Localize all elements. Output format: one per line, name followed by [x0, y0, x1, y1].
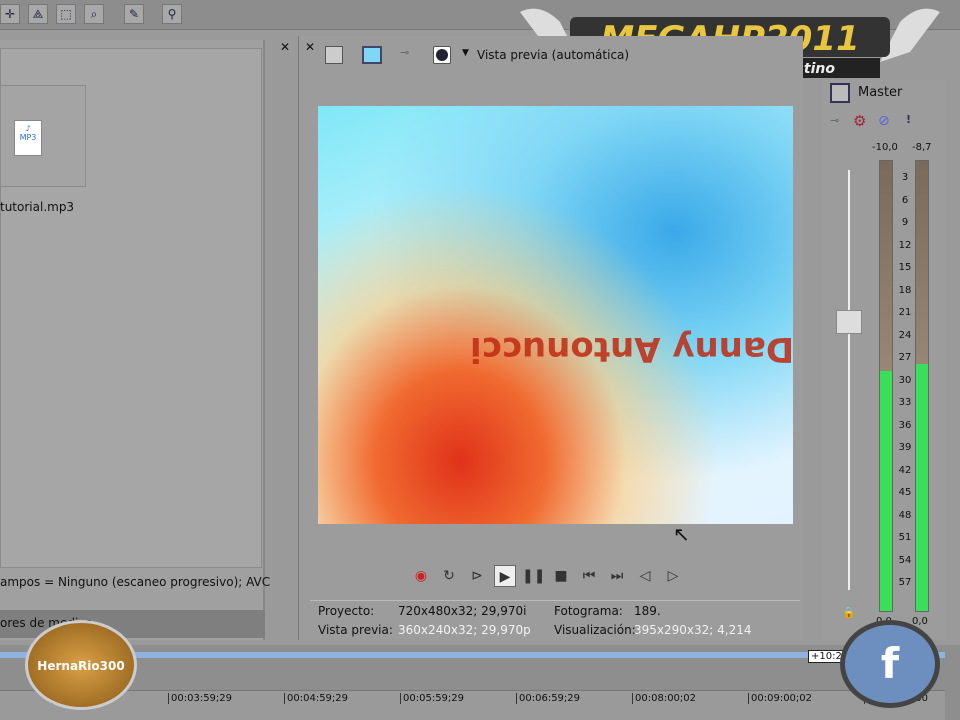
- solo-icon[interactable]: !: [906, 113, 911, 126]
- meter-left: [879, 160, 893, 612]
- meter-scale-label: 27: [898, 352, 912, 363]
- master-title: Master: [858, 85, 903, 100]
- peak-right: -8,7: [912, 142, 932, 153]
- ruler-tick-label: 00:06:59;29: [516, 693, 580, 704]
- display-label: Visualización:: [554, 623, 636, 637]
- meter-scale-label: 48: [898, 509, 912, 521]
- mute-icon[interactable]: ⊘: [878, 113, 890, 129]
- meter-scale-label: 42: [898, 464, 912, 476]
- meter-scale-label: 45: [898, 487, 912, 498]
- file-badge: MP3: [19, 133, 37, 142]
- facebook-icon: f: [840, 620, 940, 708]
- preview-label: Vista previa:: [318, 623, 393, 637]
- meter-scale-label: 12: [898, 239, 912, 251]
- preview-stats: Proyecto: 720x480x32; 29,970i Fotograma:…: [310, 600, 800, 640]
- meter-scale-label: 9: [901, 217, 909, 228]
- master-fader[interactable]: [836, 310, 862, 334]
- preview-properties-icon[interactable]: [325, 46, 343, 64]
- split-tool-icon[interactable]: ⚲: [162, 4, 182, 24]
- preview-mode-dropdown[interactable]: Vista previa (automática): [477, 48, 629, 62]
- master-bus-icon[interactable]: [830, 83, 850, 103]
- fx-chain-icon[interactable]: ⊸: [830, 114, 839, 127]
- frame-label: Fotograma:: [554, 604, 623, 618]
- meter-scale-label: 21: [898, 307, 912, 318]
- ruler-tick-label: 00:05:59;29: [400, 693, 464, 704]
- play-from-start-icon[interactable]: ⊳: [466, 565, 488, 587]
- lock-icon[interactable]: 🔒: [842, 606, 856, 619]
- ruler-tick-label: 00:03:59;29: [168, 693, 232, 704]
- external-monitor-icon[interactable]: [362, 46, 382, 64]
- selection-tool-icon[interactable]: ⬚: [56, 4, 76, 24]
- peak-left: -10,0: [872, 142, 898, 153]
- pause-icon[interactable]: ❚❚: [522, 565, 545, 587]
- meter-scale-label: 18: [898, 284, 912, 296]
- video-overlay-text: Danny Antonucci: [470, 329, 795, 369]
- fader-track: [848, 170, 850, 590]
- close-icon[interactable]: ✕: [280, 40, 290, 54]
- normal-edit-tool-icon[interactable]: ✛: [0, 4, 20, 24]
- frame-value: 189.: [634, 604, 661, 618]
- meter-scale-label: 6: [901, 194, 909, 206]
- meter-scale-label: 33: [898, 397, 912, 408]
- zoom-tool-icon[interactable]: ⌕: [84, 4, 104, 24]
- envelope-tool-icon[interactable]: ⟁: [28, 4, 48, 24]
- paint-tool-icon[interactable]: ✎: [124, 4, 144, 24]
- project-label: Proyecto:: [318, 604, 375, 618]
- transport-controls: ◉ ↻ ⊳ ▶ ❚❚ ■ ⏮ ⏭ ◁ ▷: [410, 565, 684, 591]
- meter-scale-label: 3: [901, 172, 909, 183]
- ruler-tick-label: 00:08:00;02: [632, 693, 696, 704]
- video-preview-frame: [318, 106, 793, 524]
- display-value: 395x290x32; 4,214: [634, 623, 752, 637]
- loop-icon[interactable]: ↻: [438, 565, 460, 587]
- meter-scale-label: 36: [898, 419, 912, 431]
- go-to-end-icon[interactable]: ⏭: [606, 565, 628, 587]
- play-icon[interactable]: ▶: [494, 565, 516, 587]
- meter-right-level: [916, 363, 928, 611]
- media-info-text: ampos = Ninguno (escaneo progresivo); AV…: [0, 575, 271, 589]
- meter-scale-label: 51: [898, 532, 912, 543]
- go-to-start-icon[interactable]: ⏮: [578, 565, 600, 587]
- mp3-file-icon: ♪ MP3: [14, 120, 42, 156]
- previous-frame-icon[interactable]: ◁: [634, 565, 656, 587]
- channel-badge-watermark: HernaRio300: [25, 620, 137, 710]
- ruler-tick-label: 00:04:59;29: [284, 693, 348, 704]
- preview-value: 360x240x32; 29,970p: [398, 623, 531, 637]
- next-frame-icon[interactable]: ▷: [662, 565, 684, 587]
- close-icon[interactable]: ✕: [305, 40, 315, 54]
- chevron-down-icon[interactable]: ▼: [462, 48, 469, 58]
- split-screen-icon[interactable]: ⊸: [400, 46, 409, 59]
- meter-scale-label: 24: [898, 329, 912, 341]
- meter-scale-label: 15: [898, 262, 912, 273]
- meter-scale-label: 39: [898, 442, 912, 453]
- ruler-tick-label: 00:09:00;02: [748, 693, 812, 704]
- meter-scale-label: 57: [898, 577, 912, 588]
- gear-icon[interactable]: ⚙: [853, 112, 866, 130]
- timeline-scrollbar[interactable]: [0, 652, 945, 658]
- meter-left-level: [880, 371, 892, 611]
- mouse-cursor-icon: ↖: [673, 522, 690, 546]
- meter-scale-label: 30: [898, 374, 912, 386]
- meter-scale-label: 54: [898, 554, 912, 566]
- meter-right: [915, 160, 929, 612]
- project-value: 720x480x32; 29,970i: [398, 604, 527, 618]
- record-icon[interactable]: ◉: [410, 565, 432, 587]
- media-file-name[interactable]: tutorial.mp3: [0, 200, 74, 214]
- stop-icon[interactable]: ■: [550, 565, 572, 587]
- preview-quality-icon[interactable]: [433, 46, 451, 64]
- media-thumbnail[interactable]: [0, 85, 86, 187]
